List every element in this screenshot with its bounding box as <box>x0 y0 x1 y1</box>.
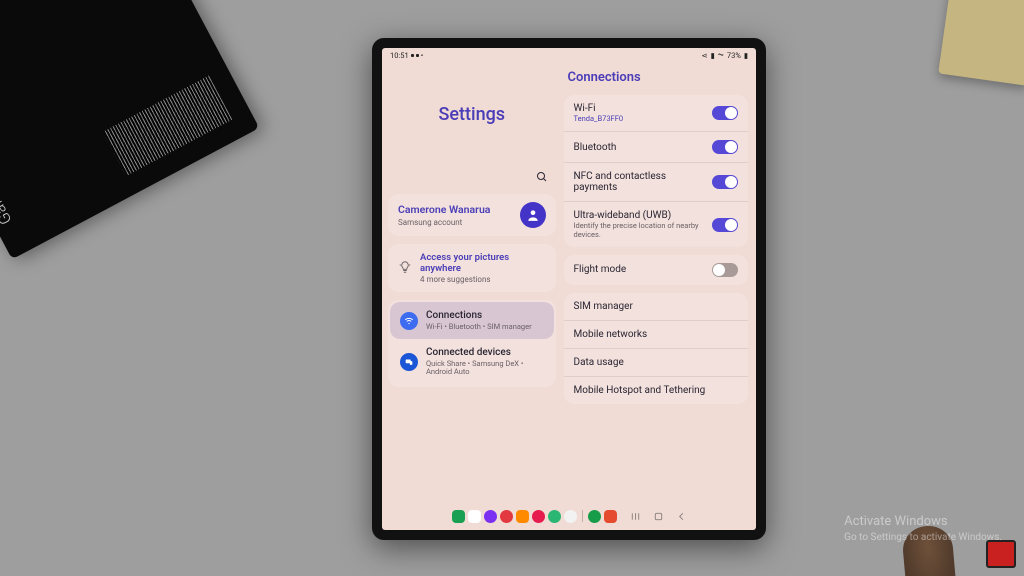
setting-bluetooth[interactable]: Bluetooth <box>564 131 748 162</box>
samsung-account-card[interactable]: Camerone Wanarua Samsung account <box>388 194 556 236</box>
taskbar <box>382 505 756 527</box>
menu-item-connections[interactable]: Connections Wi-Fi • Bluetooth • SIM mana… <box>390 302 554 339</box>
detail-header: Connections <box>568 70 748 85</box>
setting-uwb[interactable]: Ultra-wideband (UWB) Identify the precis… <box>564 201 748 247</box>
status-left: 10:51 • <box>390 51 423 60</box>
windows-watermark: Activate Windows Go to Settings to activ… <box>844 514 1002 544</box>
bluetooth-toggle[interactable] <box>712 140 738 154</box>
watermark-sub: Go to Settings to activate Windows. <box>844 531 1002 544</box>
status-indicator-icon <box>416 54 419 57</box>
channel-badge-icon <box>986 540 1016 568</box>
barcode-icon <box>103 75 232 175</box>
nav-home-icon[interactable] <box>653 511 664 522</box>
setting-nfc[interactable]: NFC and contactless payments <box>564 162 748 201</box>
setting-sub: Identify the precise location of nearby … <box>574 222 706 239</box>
tablet-device: 10:51 • ⋖ ▮ ⏦ 73% ▮ Settings <box>372 38 766 540</box>
menu-item-connected-devices[interactable]: Connected devices Quick Share • Samsung … <box>390 339 554 385</box>
profile-sub: Samsung account <box>398 218 490 227</box>
setting-flight-mode[interactable]: Flight mode <box>564 255 748 285</box>
taskbar-app-icon[interactable] <box>564 510 577 523</box>
uwb-toggle[interactable] <box>712 218 738 232</box>
setting-sub: Tenda_B73FF0 <box>574 115 706 123</box>
suggestion-title: Access your pictures anywhere <box>420 252 546 274</box>
status-right: ⋖ ▮ ⏦ 73% ▮ <box>701 50 748 60</box>
taskbar-app-icon[interactable] <box>484 510 497 523</box>
screen: 10:51 • ⋖ ▮ ⏦ 73% ▮ Settings <box>382 48 756 530</box>
status-bar: 10:51 • ⋖ ▮ ⏦ 73% ▮ <box>382 48 756 62</box>
taskbar-app-icon[interactable] <box>588 510 601 523</box>
battery-icon: ▮ <box>744 51 748 60</box>
taskbar-divider <box>582 510 583 522</box>
menu-item-sub: Quick Share • Samsung DeX • Android Auto <box>426 360 544 377</box>
menu-item-title: Connections <box>426 310 532 322</box>
taskbar-app-icon[interactable] <box>468 510 481 523</box>
wifi-toggle[interactable] <box>712 106 738 120</box>
setting-data-usage[interactable]: Data usage <box>564 348 748 376</box>
connections-group-1: Wi-Fi Tenda_B73FF0 Bluetooth NFC and con… <box>564 95 748 247</box>
search-icon[interactable] <box>536 171 548 186</box>
menu-item-title: Connected devices <box>426 347 544 359</box>
nfc-toggle[interactable] <box>712 175 738 189</box>
settings-master-pane: Settings Camerone Wanarua Samsung accoun… <box>382 62 562 530</box>
suggestions-card[interactable]: Access your pictures anywhere 4 more sug… <box>388 244 556 292</box>
status-time: 10:51 <box>390 51 409 60</box>
setting-title: Mobile networks <box>574 329 648 340</box>
taskbar-app-icon[interactable] <box>548 510 561 523</box>
page-title: Settings <box>388 104 556 125</box>
avatar <box>520 202 546 228</box>
setting-title: Bluetooth <box>574 142 706 153</box>
wifi-icon <box>400 312 418 330</box>
taskbar-app-icon[interactable] <box>532 510 545 523</box>
nav-back-icon[interactable] <box>676 511 687 522</box>
setting-title: Data usage <box>574 357 624 368</box>
connections-group-3: SIM manager Mobile networks Data usage M… <box>564 293 748 404</box>
menu-item-sub: Wi-Fi • Bluetooth • SIM manager <box>426 323 532 332</box>
battery-percent: 73% <box>727 51 741 60</box>
settings-menu-group: Connections Wi-Fi • Bluetooth • SIM mana… <box>388 300 556 387</box>
watermark-title: Activate Windows <box>844 514 1002 531</box>
profile-name: Camerone Wanarua <box>398 203 490 216</box>
setting-title: SIM manager <box>574 301 633 312</box>
setting-hotspot[interactable]: Mobile Hotspot and Tethering <box>564 376 748 404</box>
status-indicator-icon <box>411 54 414 57</box>
setting-title: Flight mode <box>574 264 706 275</box>
product-box-brand: Galaxy Z Fold6 <box>0 121 16 228</box>
taskbar-app-icon[interactable] <box>516 510 529 523</box>
setting-title: NFC and contactless payments <box>574 171 706 193</box>
nav-recent-icon[interactable] <box>630 511 641 522</box>
setting-title: Mobile Hotspot and Tethering <box>574 385 706 396</box>
setting-title: Wi-Fi <box>574 103 706 114</box>
wood-block-prop <box>938 0 1024 86</box>
settings-detail-pane: Connections Wi-Fi Tenda_B73FF0 Bluetooth <box>562 62 756 530</box>
setting-sim-manager[interactable]: SIM manager <box>564 293 748 320</box>
status-more-icon: • <box>421 51 424 60</box>
signal-icon: ▮ <box>711 51 715 60</box>
connections-group-2: Flight mode <box>564 255 748 285</box>
devices-icon <box>400 353 418 371</box>
wifi-icon: ⏦ <box>718 50 724 60</box>
setting-title: Ultra-wideband (UWB) <box>574 210 706 221</box>
taskbar-app-icon[interactable] <box>452 510 465 523</box>
mute-icon: ⋖ <box>701 51 707 60</box>
taskbar-app-icon[interactable] <box>604 510 617 523</box>
lightbulb-icon <box>398 260 412 277</box>
flight-mode-toggle[interactable] <box>712 263 738 277</box>
product-box: Galaxy Z Fold6 <box>0 0 259 259</box>
suggestion-sub: 4 more suggestions <box>420 275 546 284</box>
setting-wifi[interactable]: Wi-Fi Tenda_B73FF0 <box>564 95 748 131</box>
taskbar-app-icon[interactable] <box>500 510 513 523</box>
setting-mobile-networks[interactable]: Mobile networks <box>564 320 748 348</box>
